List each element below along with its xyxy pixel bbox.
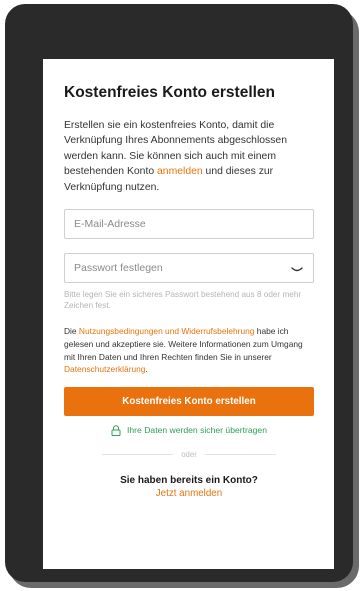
divider-label: oder	[181, 449, 197, 459]
secure-note: Ihre Daten werden sicher übertragen	[64, 425, 314, 436]
eye-closed-icon[interactable]	[290, 264, 304, 274]
login-link[interactable]: Jetzt anmelden	[64, 487, 314, 500]
divider-line-left	[102, 453, 174, 455]
intro-text: Erstellen sie ein kostenfreies Konto, da…	[64, 118, 314, 195]
secure-note-text: Ihre Daten werden sicher übertragen	[127, 425, 267, 436]
terms-suffix: .	[145, 364, 148, 375]
privacy-link[interactable]: Datenschutzerklärung	[64, 364, 145, 374]
terms-text: Die Nutzungsbedingungen und Widerrufsbel…	[64, 325, 314, 375]
email-field-wrapper	[64, 209, 314, 240]
divider-line-right	[204, 453, 277, 455]
terms-prefix: Die	[64, 326, 79, 337]
screen: Kostenfreies Konto erstellen Erstellen s…	[43, 59, 334, 569]
divider: oder	[64, 450, 314, 459]
email-field[interactable]	[65, 210, 313, 239]
password-field[interactable]	[65, 254, 313, 283]
password-hint: Bitte legen Sie ein sicheres Passwort be…	[64, 290, 302, 311]
lock-icon	[111, 425, 121, 436]
create-account-button[interactable]: Kostenfreies Konto erstellen	[64, 386, 314, 416]
page-title: Kostenfreies Konto erstellen	[64, 84, 276, 101]
signup-card: Kostenfreies Konto erstellen Erstellen s…	[43, 59, 334, 569]
login-section: Sie haben bereits ein Konto? Jetzt anmel…	[64, 474, 314, 500]
intro-login-link[interactable]: anmelden	[157, 166, 203, 177]
login-question: Sie haben bereits ein Konto?	[120, 474, 258, 486]
terms-link[interactable]: Nutzungsbedingungen und Widerrufsbelehru…	[79, 326, 255, 336]
password-field-wrapper	[64, 253, 314, 284]
device-frame: Kostenfreies Konto erstellen Erstellen s…	[5, 4, 353, 582]
